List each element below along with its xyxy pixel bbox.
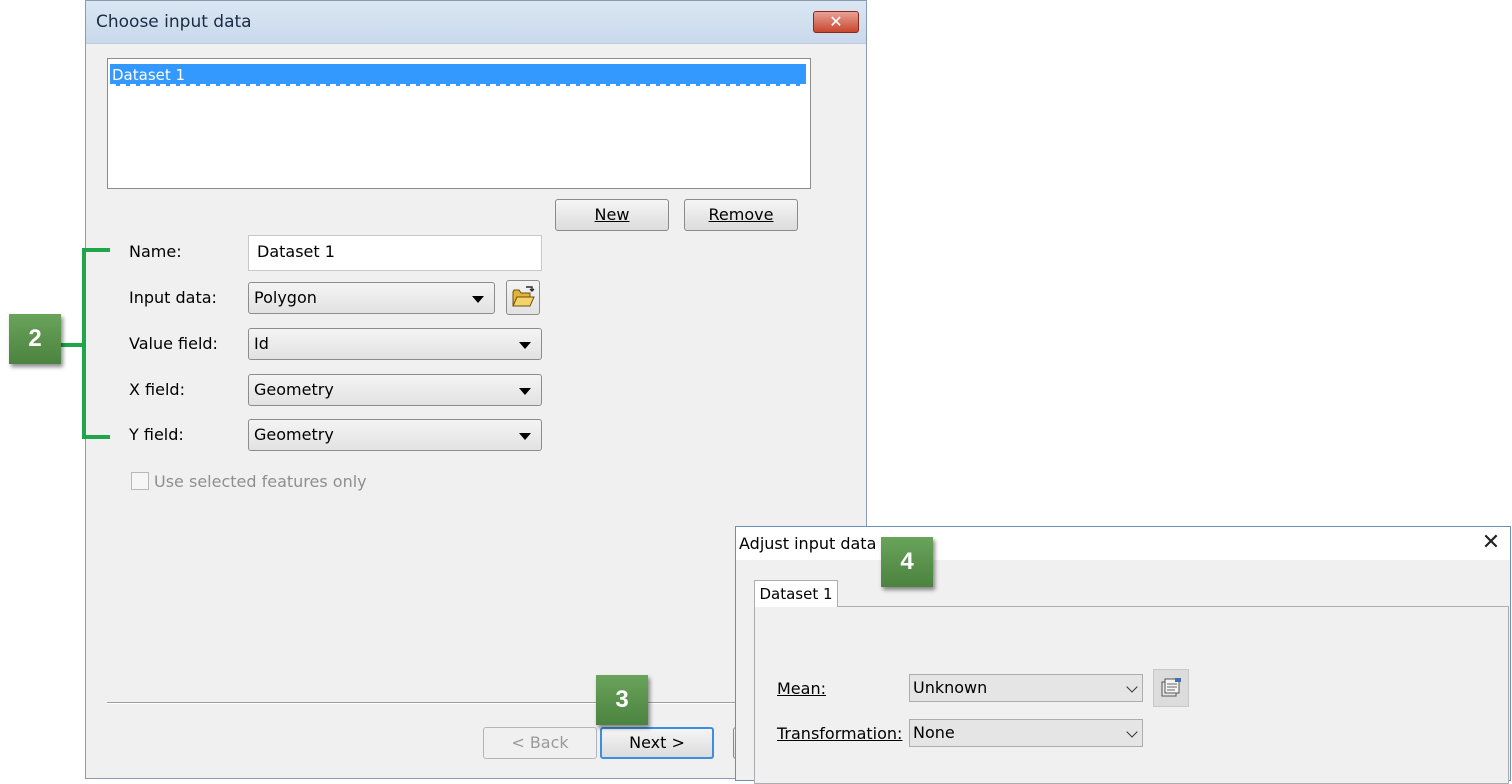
remove-button[interactable]: Remove <box>684 199 798 231</box>
dialog-title: Choose input data <box>96 12 252 32</box>
x-field-value: Geometry <box>254 380 334 399</box>
transformation-combo[interactable]: None <box>909 719 1143 747</box>
next-button[interactable]: Next > <box>600 727 714 759</box>
new-button[interactable]: New <box>555 199 669 231</box>
new-button-label: New <box>594 205 630 224</box>
value-field-label: Value field: <box>129 334 218 353</box>
chevron-down-icon <box>1126 726 1138 738</box>
mean-label-text: Mean: <box>777 679 826 698</box>
transformation-label: Transformation: <box>777 724 902 743</box>
title-bar: Choose input data ✕ <box>86 1 866 44</box>
dataset-list-item[interactable]: Dataset 1 <box>110 64 806 86</box>
mean-label: Mean: <box>777 679 826 698</box>
bracket-stem <box>60 343 84 347</box>
chevron-down-icon <box>1126 681 1138 693</box>
adjust-input-data-dialog: Adjust input data ✕ Mean: Unknown Transf… <box>735 526 1511 784</box>
chevron-down-icon <box>519 433 531 440</box>
callout-4: 4 <box>881 537 933 587</box>
callout-3: 3 <box>596 675 648 725</box>
transformation-label-text: Transformation: <box>777 724 903 743</box>
tab-dataset-1[interactable]: Dataset 1 <box>754 580 838 607</box>
y-field-label: Y field: <box>129 425 184 444</box>
name-field[interactable]: Dataset 1 <box>248 235 542 271</box>
remove-button-label: Remove <box>708 205 774 224</box>
close-button[interactable]: ✕ <box>813 11 859 33</box>
y-field-combo[interactable]: Geometry <box>248 419 542 451</box>
value-field-value: Id <box>254 334 269 353</box>
properties-button[interactable] <box>1153 669 1189 707</box>
title-bar: Adjust input data ✕ <box>736 527 1510 560</box>
mean-value: Unknown <box>913 678 988 697</box>
dialog-title: Adjust input data <box>739 534 877 553</box>
mean-combo[interactable]: Unknown <box>909 674 1143 702</box>
chevron-down-icon <box>519 388 531 395</box>
bracket-bottom <box>82 435 110 439</box>
input-data-value: Polygon <box>254 288 317 307</box>
properties-icon <box>1161 678 1181 697</box>
y-field-value: Geometry <box>254 425 334 444</box>
input-data-label: Input data: <box>129 288 217 307</box>
x-field-combo[interactable]: Geometry <box>248 374 542 406</box>
value-field-combo[interactable]: Id <box>248 328 542 360</box>
chevron-down-icon <box>519 342 531 349</box>
input-data-combo[interactable]: Polygon <box>248 282 495 314</box>
use-selected-label: Use selected features only <box>154 472 367 491</box>
transformation-value: None <box>913 723 955 742</box>
close-button[interactable]: ✕ <box>1476 529 1506 557</box>
name-label: Name: <box>129 242 182 261</box>
tab-panel: Mean: Unknown Transformation: None <box>754 606 1509 784</box>
callout-2: 2 <box>9 314 61 364</box>
use-selected-checkbox[interactable] <box>131 472 149 490</box>
browse-button[interactable] <box>506 280 540 315</box>
x-field-label: X field: <box>129 380 185 399</box>
back-button[interactable]: < Back <box>483 727 597 759</box>
folder-open-icon <box>512 286 535 307</box>
chevron-down-icon <box>472 296 484 303</box>
bracket-top <box>82 248 110 252</box>
dataset-listbox[interactable]: Dataset 1 <box>107 58 811 189</box>
